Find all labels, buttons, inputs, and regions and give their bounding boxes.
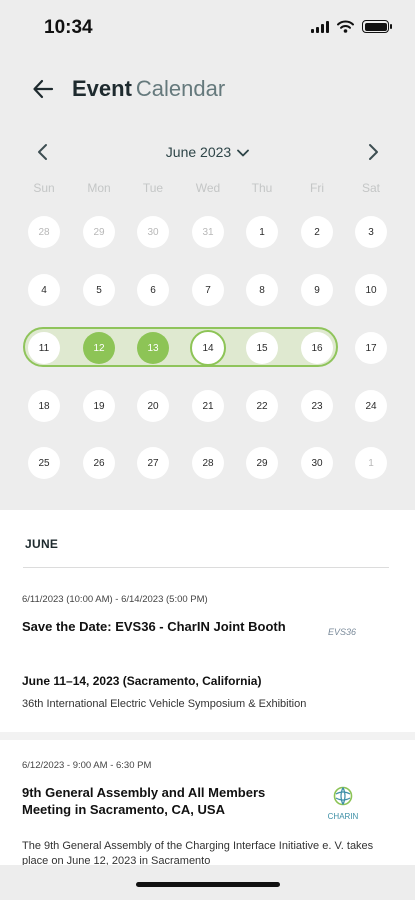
calendar-day[interactable]: 8 bbox=[246, 274, 278, 306]
calendar-day[interactable]: 20 bbox=[137, 390, 169, 422]
calendar-day[interactable]: 10 bbox=[355, 274, 387, 306]
event-date-range: 6/12/2023 - 9:00 AM - 6:30 PM bbox=[22, 760, 152, 771]
calendar-day[interactable]: 28 bbox=[28, 216, 60, 248]
calendar-day[interactable]: 30 bbox=[301, 447, 333, 479]
weekday-sun: Sun bbox=[33, 181, 55, 195]
event-title: 9th General Assembly and All Members Mee… bbox=[22, 785, 266, 817]
page-title: Event Calendar bbox=[72, 76, 225, 102]
event-title: Save the Date: EVS36 - CharIN Joint Boot… bbox=[22, 619, 286, 634]
calendar-day[interactable]: 2 bbox=[301, 216, 333, 248]
status-bar: 10:34 bbox=[0, 0, 415, 56]
weekday-wed: Wed bbox=[195, 181, 221, 195]
charin-logo: CHARIN bbox=[323, 786, 363, 821]
month-label: June 2023 bbox=[165, 144, 232, 160]
home-indicator[interactable] bbox=[136, 882, 280, 887]
event-subtitle: June 11–14, 2023 (Sacramento, California… bbox=[22, 674, 262, 688]
calendar-day-selected[interactable]: 13 bbox=[137, 332, 169, 364]
charin-globe-icon bbox=[333, 786, 353, 806]
calendar-day[interactable]: 11 bbox=[28, 332, 60, 364]
calendar-day[interactable]: 3 bbox=[355, 216, 387, 248]
page-title-secondary: Calendar bbox=[135, 76, 226, 101]
event-description: 36th International Electric Vehicle Symp… bbox=[22, 698, 307, 710]
month-navigation: June 2023 bbox=[0, 138, 415, 168]
weekday-fri: Fri bbox=[310, 181, 324, 195]
calendar-day[interactable]: 23 bbox=[301, 390, 333, 422]
calendar-day[interactable]: 24 bbox=[355, 390, 387, 422]
calendar-day[interactable]: 6 bbox=[137, 274, 169, 306]
battery-icon bbox=[362, 20, 392, 33]
weekday-tue: Tue bbox=[142, 181, 164, 195]
weekday-thu: Thu bbox=[251, 181, 273, 195]
calendar-day-today[interactable]: 14 bbox=[190, 330, 226, 366]
charin-logo-text: CHARIN bbox=[327, 812, 359, 821]
calendar-day[interactable]: 28 bbox=[192, 447, 224, 479]
calendar-day[interactable]: 26 bbox=[83, 447, 115, 479]
calendar-day[interactable]: 19 bbox=[83, 390, 115, 422]
weekday-mon: Mon bbox=[87, 181, 111, 195]
calendar-day[interactable]: 22 bbox=[246, 390, 278, 422]
calendar-day[interactable]: 15 bbox=[246, 332, 278, 364]
chevron-down-icon bbox=[237, 149, 250, 157]
calendar-day[interactable]: 16 bbox=[301, 332, 333, 364]
calendar-day-selected[interactable]: 12 bbox=[83, 332, 115, 364]
calendar-day[interactable]: 29 bbox=[246, 447, 278, 479]
event-date-range: 6/11/2023 (10:00 AM) - 6/14/2023 (5:00 P… bbox=[22, 594, 208, 605]
divider bbox=[0, 732, 415, 740]
calendar-day[interactable]: 7 bbox=[192, 274, 224, 306]
divider bbox=[23, 567, 389, 568]
back-arrow-icon[interactable] bbox=[32, 78, 54, 100]
calendar-day[interactable]: 29 bbox=[83, 216, 115, 248]
calendar-day[interactable]: 27 bbox=[137, 447, 169, 479]
event-date-range-highlight bbox=[23, 327, 338, 367]
event-list: JUNE 6/11/2023 (10:00 AM) - 6/14/2023 (5… bbox=[0, 510, 415, 865]
section-header-month: JUNE bbox=[25, 537, 59, 551]
next-month-chevron-icon[interactable] bbox=[364, 143, 382, 161]
calendar-day[interactable]: 4 bbox=[28, 274, 60, 306]
calendar-day[interactable]: 30 bbox=[137, 216, 169, 248]
calendar-panel: 10:34 Event Calendar June 2023 Sun Mon T… bbox=[0, 0, 415, 510]
calendar-day[interactable]: 31 bbox=[192, 216, 224, 248]
status-time: 10:34 bbox=[44, 17, 93, 38]
evs36-logo: EVS36 bbox=[328, 627, 357, 637]
status-icons bbox=[311, 20, 392, 33]
month-selector[interactable]: June 2023 bbox=[0, 144, 415, 160]
calendar-day[interactable]: 5 bbox=[83, 274, 115, 306]
page-header: Event Calendar bbox=[0, 70, 415, 110]
calendar-day[interactable]: 9 bbox=[301, 274, 333, 306]
calendar-day[interactable]: 21 bbox=[192, 390, 224, 422]
cellular-signal-icon bbox=[311, 20, 329, 33]
wifi-icon bbox=[337, 20, 354, 33]
calendar-day[interactable]: 18 bbox=[28, 390, 60, 422]
weekday-sat: Sat bbox=[361, 181, 380, 195]
event-description: The 9th General Assembly of the Charging… bbox=[22, 840, 374, 865]
home-indicator-area bbox=[0, 865, 415, 900]
calendar-day[interactable]: 1 bbox=[355, 447, 387, 479]
page-title-primary: Event bbox=[72, 76, 132, 101]
calendar-day[interactable]: 17 bbox=[355, 332, 387, 364]
calendar-day[interactable]: 25 bbox=[28, 447, 60, 479]
calendar-day[interactable]: 1 bbox=[246, 216, 278, 248]
